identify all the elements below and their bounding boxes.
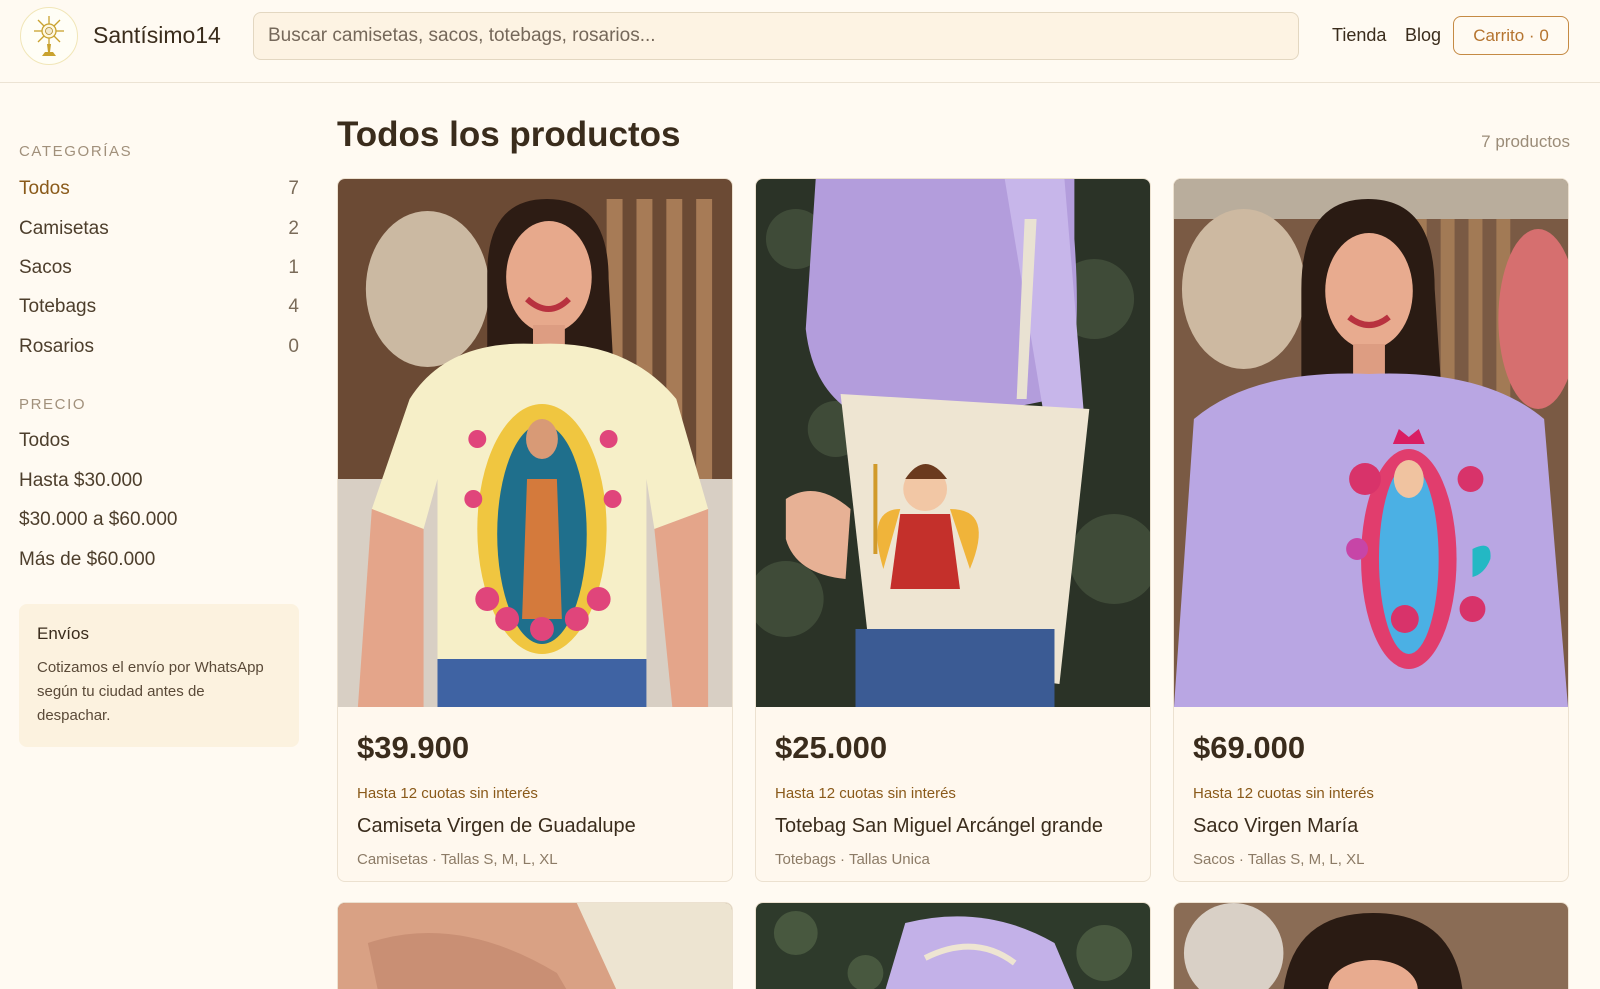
product-count: 7 productos xyxy=(1481,132,1570,151)
product-price: $25.000 xyxy=(775,730,888,765)
category-count: 1 xyxy=(288,257,299,278)
product-card[interactable] xyxy=(337,902,733,989)
product-card[interactable] xyxy=(1173,902,1569,989)
product-meta: Sacos · Tallas S, M, L, XL xyxy=(1193,851,1365,868)
product-price: $39.900 xyxy=(357,730,470,765)
product-card[interactable]: $39.900 Hasta 12 cuotas sin interés Cami… xyxy=(337,178,733,882)
price-filter-under-30000[interactable]: Hasta $30.000 xyxy=(19,467,299,495)
site-header: Santísimo14 Tienda Blog Carrito · 0 xyxy=(0,0,1600,83)
category-camisetas[interactable]: Camisetas 2 xyxy=(19,215,299,243)
category-totebags[interactable]: Totebags 4 xyxy=(19,293,299,321)
product-meta: Totebags · Tallas Unica xyxy=(775,851,930,868)
product-card[interactable]: $69.000 Hasta 12 cuotas sin interés Saco… xyxy=(1173,178,1569,882)
price-filter-over-60000[interactable]: Más de $60.000 xyxy=(19,546,299,574)
page-title: Todos los productos xyxy=(337,115,681,154)
price-filter-30000-60000[interactable]: $30.000 a $60.000 xyxy=(19,506,299,534)
cart-button[interactable]: Carrito · 0 xyxy=(1453,16,1569,55)
price-filter-label: Hasta $30.000 xyxy=(19,470,143,491)
price-filter-label: Más de $60.000 xyxy=(19,549,156,570)
shipping-info: Envíos Cotizamos el envío por WhatsApp s… xyxy=(19,604,299,747)
category-count: 4 xyxy=(288,296,299,317)
brand-name[interactable]: Santísimo14 xyxy=(93,22,221,49)
monstrance-icon xyxy=(34,16,64,56)
installments-note: Hasta 12 cuotas sin interés xyxy=(775,785,956,802)
price-filter-todos[interactable]: Todos xyxy=(19,427,299,455)
categories-heading: CATEGORÍAS xyxy=(19,143,133,160)
price-filter-label: Todos xyxy=(19,430,70,451)
search-input[interactable] xyxy=(253,12,1299,60)
product-price: $69.000 xyxy=(1193,730,1306,765)
product-card[interactable] xyxy=(755,902,1151,989)
category-count: 7 xyxy=(288,178,299,199)
nav-blog-link[interactable]: Blog xyxy=(1405,25,1441,46)
product-name[interactable]: Totebag San Miguel Arcángel grande xyxy=(775,815,1103,838)
product-image[interactable] xyxy=(1174,179,1568,707)
installments-note: Hasta 12 cuotas sin interés xyxy=(1193,785,1374,802)
category-rosarios[interactable]: Rosarios 0 xyxy=(19,333,299,361)
logo[interactable] xyxy=(20,7,78,65)
product-image[interactable] xyxy=(338,903,732,989)
shipping-title: Envíos xyxy=(37,624,89,643)
installments-note: Hasta 12 cuotas sin interés xyxy=(357,785,538,802)
product-image[interactable] xyxy=(756,179,1150,707)
category-count: 0 xyxy=(288,336,299,357)
product-image[interactable] xyxy=(1174,903,1568,989)
shipping-text: Cotizamos el envío por WhatsApp según tu… xyxy=(37,659,264,724)
product-image[interactable] xyxy=(338,179,732,707)
category-label: Totebags xyxy=(19,296,97,317)
price-filter-label: $30.000 a $60.000 xyxy=(19,509,178,530)
category-label: Sacos xyxy=(19,257,72,278)
nav-tienda-link[interactable]: Tienda xyxy=(1332,25,1386,46)
product-name[interactable]: Camiseta Virgen de Guadalupe xyxy=(357,815,636,838)
product-meta: Camisetas · Tallas S, M, L, XL xyxy=(357,851,558,868)
category-count: 2 xyxy=(288,218,299,239)
product-image[interactable] xyxy=(756,903,1150,989)
product-card[interactable]: $25.000 Hasta 12 cuotas sin interés Tote… xyxy=(755,178,1151,882)
category-label: Camisetas xyxy=(19,218,109,239)
category-label: Rosarios xyxy=(19,336,94,357)
price-heading: PRECIO xyxy=(19,396,87,413)
category-sacos[interactable]: Sacos 1 xyxy=(19,254,299,282)
product-name[interactable]: Saco Virgen María xyxy=(1193,815,1358,838)
category-label: Todos xyxy=(19,178,70,199)
category-todos[interactable]: Todos 7 xyxy=(19,175,299,203)
